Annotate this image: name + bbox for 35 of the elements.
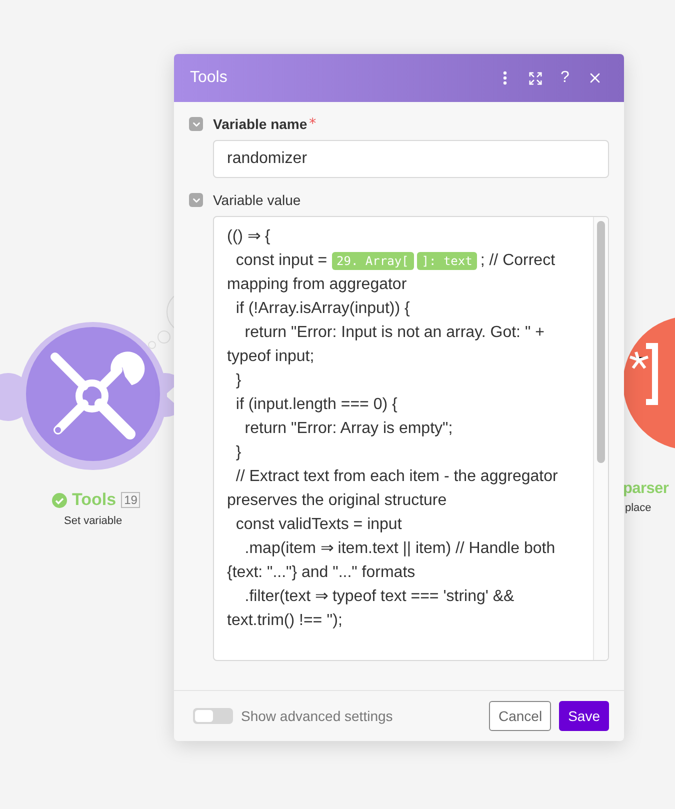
expand-icon (528, 70, 542, 86)
code-line: if (!Array.isArray(input)) { (234, 300, 410, 317)
collapse-toggle[interactable] (189, 193, 203, 207)
cancel-button[interactable]: Cancel (489, 701, 552, 731)
code-line: ; // Correct (480, 252, 556, 269)
field-label: Variable name (213, 116, 308, 132)
node-subtitle: place (625, 502, 652, 514)
code-editor-field[interactable] (213, 216, 609, 661)
code-line: const input = (234, 252, 328, 269)
node-title: parser (623, 480, 669, 498)
code-line: if (input.length === 0) { (234, 396, 398, 413)
code-line: return "Error: Array is empty"; (244, 420, 453, 437)
code-line: } (234, 444, 242, 461)
node-count: 19 (121, 492, 140, 508)
code-line: (() ⇒ { (227, 228, 270, 245)
scrollbar-thumb[interactable] (597, 221, 605, 463)
advanced-switch[interactable] (193, 708, 233, 724)
required-mark: * (309, 116, 316, 132)
save-button[interactable]: Save (559, 701, 609, 731)
code-line: } (234, 372, 242, 389)
check-icon (52, 492, 67, 508)
collapse-toggle[interactable] (189, 117, 203, 131)
code-line: return "Error: Input is not an array. Got: " + typeof input; (227, 324, 546, 365)
code-line: mapping from aggregator (227, 275, 408, 295)
node-subtitle: Set variable (64, 515, 122, 527)
dialog-title: Tools (190, 69, 228, 87)
code-line: .filter(text ⇒ typeof text === 'string' && text.trim() !== ''); (227, 588, 516, 629)
input-field[interactable]: randomizer (213, 140, 609, 178)
code-line: const validTexts = input (234, 516, 402, 533)
advanced-label: Show advanced settings (241, 708, 394, 724)
help-button[interactable]: ? (550, 63, 580, 93)
node-title: Tools (72, 490, 116, 510)
field-label: Variable value (213, 192, 301, 208)
more-icon (503, 71, 507, 85)
code-line: .map(item ⇒ item.text || item) // Handle both {text: "..."} and "..." formats (227, 540, 556, 581)
